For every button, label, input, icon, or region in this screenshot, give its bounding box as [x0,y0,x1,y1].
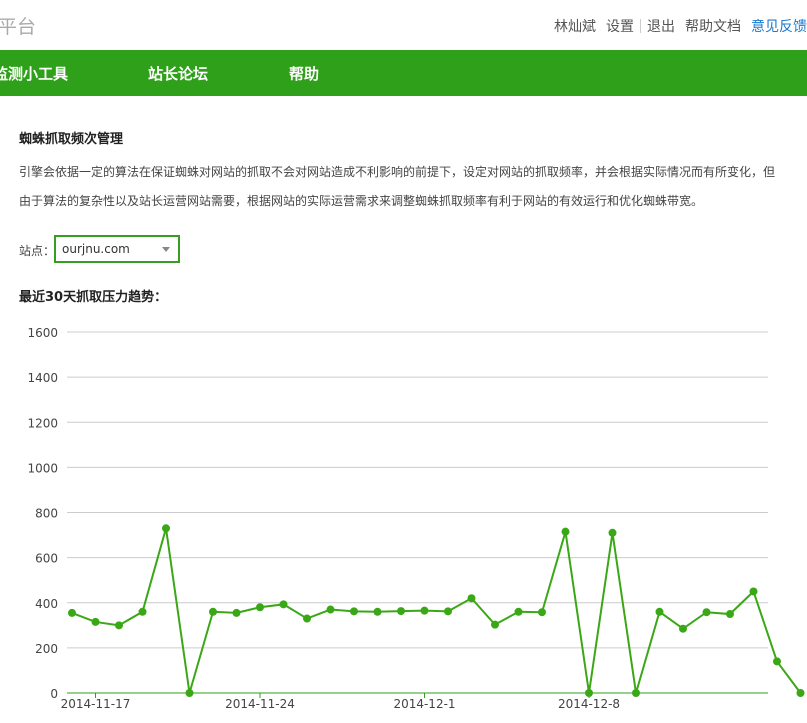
data-point [679,624,687,633]
nav-item-webmaster-forum[interactable]: 站长论坛 [148,63,208,84]
data-point [702,608,711,617]
y-tick-label: 1600 [27,326,58,340]
data-point [749,587,758,596]
data-point [91,617,100,626]
data-point [162,524,170,533]
y-tick-label: 1200 [27,416,58,430]
description-line-1: 引擎会依据一定的算法在保证蜘蛛对网站的抓取不会对网站造成不利影响的前提下，设定对… [19,165,776,179]
data-point [326,605,335,614]
chart-title: 最近30天抓取压力趋势： [19,290,168,305]
chevron-down-icon [162,247,170,252]
logout-link[interactable]: 退出 [647,19,675,35]
data-point [138,607,147,616]
help-docs-link[interactable]: 帮助文档 [685,19,741,35]
site-select[interactable]: ourjnu.com [54,235,180,263]
data-point [491,620,499,629]
data-point [796,689,805,697]
data-point [514,607,523,616]
data-point [538,608,546,617]
data-point [632,689,640,697]
data-point [350,607,358,616]
description-line-2: 由于算法的复杂性以及站长运营网站需要，根据网站的实际运营需求来调整蜘蛛抓取频率有… [19,194,704,208]
divider [640,19,641,33]
data-point [397,607,405,616]
top-links: 林灿斌 设置 退出 帮助文档 意见反馈 [554,16,807,36]
nav-item-monitor-tools[interactable]: 监测小工具 [0,63,68,84]
site-select-value: ourjnu.com [62,242,130,256]
series-line [71,528,802,694]
y-tick-label: 400 [35,597,58,611]
y-tick-label: 0 [50,687,58,701]
x-tick-label: 2014-12-1 [393,697,455,711]
data-point [373,607,382,616]
nav-item-help[interactable]: 帮助 [289,63,319,84]
data-point [608,528,617,537]
data-point [773,657,781,666]
site-label: 站点： [19,244,56,258]
data-point [420,606,429,615]
settings-link[interactable]: 设置 [606,19,634,35]
data-point [232,608,241,617]
data-point [585,689,593,697]
data-point [115,621,123,630]
data-point [185,689,194,697]
x-tick-label: 2014-12-8 [558,697,620,711]
data-point [655,607,664,616]
y-tick-label: 1000 [27,461,58,475]
x-tick-label: 2014-11-17 [61,697,131,711]
y-tick-label: 600 [35,552,58,566]
data-point [726,610,734,619]
y-tick-label: 200 [35,642,58,656]
main-nav: 监测小工具 站长论坛 帮助 [0,50,807,96]
data-point [68,608,76,617]
top-bar: 平台 林灿斌 设置 退出 帮助文档 意见反馈 [0,0,807,50]
y-tick-label: 1400 [27,371,58,385]
brand-title: 平台 [0,16,37,38]
feedback-link[interactable]: 意见反馈 [751,19,807,35]
data-point [467,594,476,603]
x-tick-label: 2014-11-24 [225,697,295,711]
user-name-link[interactable]: 林灿斌 [554,19,596,35]
data-point [444,607,452,616]
y-tick-label: 800 [35,507,58,521]
data-point [303,614,311,623]
page-title: 蜘蛛抓取频次管理 [19,132,124,147]
crawl-pressure-chart: 0 200 400 600 800 1000 1200 1400 1600 2014-11-17 2… [27,326,805,711]
data-point [209,607,217,616]
data-point [561,527,570,536]
data-point [256,603,264,612]
data-point [279,600,288,609]
